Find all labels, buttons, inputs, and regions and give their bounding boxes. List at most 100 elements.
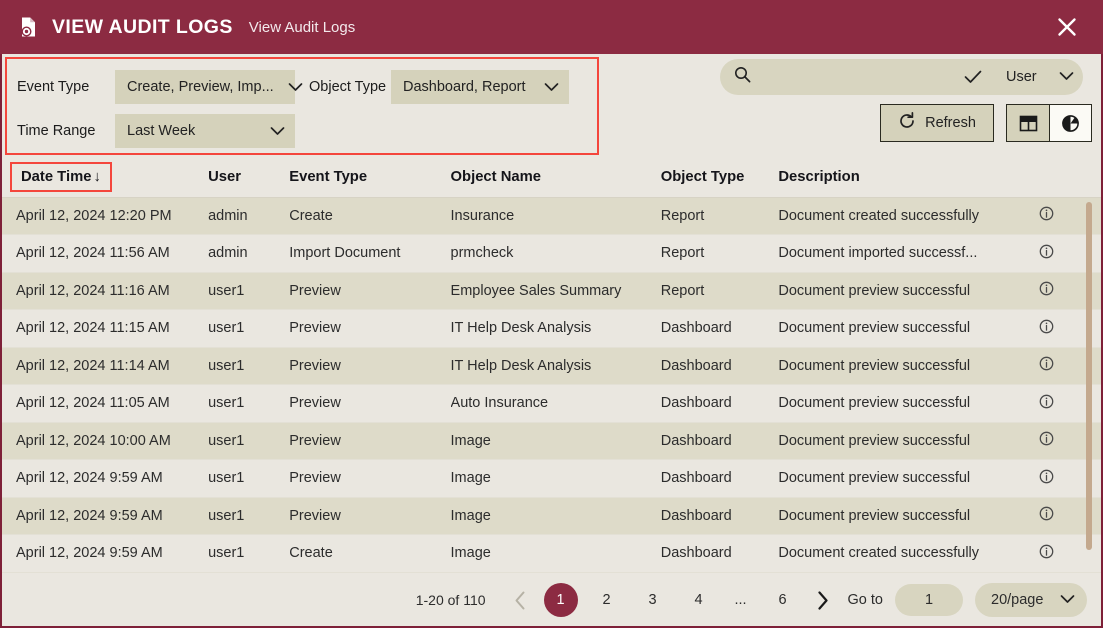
table-row[interactable]: April 12, 2024 11:16 AM user1 Preview Emplo… [2, 272, 1101, 310]
table-body: April 12, 2024 12:20 PM admin Create Insura… [2, 197, 1101, 573]
table-header: Date Time ↓ User Event Type Object Name … [2, 158, 1101, 198]
column-header-event-type[interactable]: Event Type [289, 158, 451, 198]
time-range-select[interactable]: Last Week [115, 114, 295, 148]
table-grid-icon[interactable] [1007, 105, 1049, 141]
close-icon[interactable] [1049, 9, 1085, 45]
table-row[interactable]: April 12, 2024 11:05 AM user1 Preview Auto … [2, 384, 1101, 423]
cell-description: Document preview successful [778, 459, 1039, 498]
pagination-page-6[interactable]: 6 [766, 583, 800, 617]
cell-description: Document preview successful [778, 384, 1039, 423]
info-circle-icon[interactable] [1039, 506, 1054, 521]
cell-description: Document imported successf... [778, 234, 1039, 273]
column-header-object-type[interactable]: Object Type [660, 158, 779, 198]
cell-date-time: April 12, 2024 11:16 AM [2, 272, 209, 310]
column-header-user[interactable]: User [208, 158, 290, 198]
table-row[interactable]: April 12, 2024 9:59 AM user1 Create Image Da… [2, 534, 1101, 573]
cell-object-name: Employee Sales Summary [450, 272, 661, 310]
cell-description: Document created successfully [778, 534, 1039, 573]
page-size-select[interactable]: 20/page [975, 583, 1087, 617]
info-circle-icon[interactable] [1039, 244, 1054, 259]
object-type-select[interactable]: Dashboard, Report [391, 70, 569, 104]
pagination-page-3[interactable]: 3 [636, 583, 670, 617]
search-scope-select[interactable]: User [992, 69, 1086, 85]
goto-label: Go to [847, 592, 883, 608]
chevron-left-icon[interactable] [504, 583, 538, 617]
info-circle-icon[interactable] [1039, 206, 1054, 221]
search-bar: User [720, 59, 1083, 95]
table-row[interactable]: April 12, 2024 9:59 AM user1 Preview Image D… [2, 497, 1101, 535]
cell-event-type: Preview [289, 497, 451, 535]
cell-object-type: Dashboard [660, 347, 779, 385]
cell-description: Document preview successful [778, 347, 1039, 385]
column-header-info [1038, 158, 1101, 198]
cell-object-type: Dashboard [660, 309, 779, 348]
cell-date-time: April 12, 2024 10:00 AM [2, 422, 209, 460]
cell-date-time: April 12, 2024 11:05 AM [2, 384, 209, 423]
cell-object-name: IT Help Desk Analysis [450, 309, 661, 348]
time-range-label: Time Range [17, 123, 96, 139]
pagination-page-4[interactable]: 4 [682, 583, 716, 617]
column-header-object-name[interactable]: Object Name [450, 158, 661, 198]
cell-date-time: April 12, 2024 11:56 AM [2, 234, 209, 273]
cell-object-type: Dashboard [660, 384, 779, 423]
info-circle-icon[interactable] [1039, 394, 1054, 409]
cell-user: admin [208, 234, 290, 273]
info-circle-icon[interactable] [1039, 281, 1054, 296]
cell-user: user1 [208, 309, 290, 348]
cell-description: Document preview successful [778, 422, 1039, 460]
table-row[interactable]: April 12, 2024 11:15 AM user1 Preview IT He… [2, 309, 1101, 348]
cell-user: user1 [208, 347, 290, 385]
refresh-label: Refresh [925, 115, 976, 131]
info-circle-icon[interactable] [1039, 431, 1054, 446]
table-row[interactable]: April 12, 2024 9:59 AM user1 Preview Image D… [2, 459, 1101, 498]
refresh-button[interactable]: Refresh [880, 104, 994, 142]
table-row[interactable]: April 12, 2024 12:20 PM admin Create Insura… [2, 197, 1101, 235]
pagination-page-2[interactable]: 2 [590, 583, 624, 617]
dialog-content: Event Type Create, Preview, Imp... Objec… [0, 54, 1103, 628]
chevron-down-icon [270, 126, 285, 136]
filter-panel: Event Type Create, Preview, Imp... Objec… [5, 57, 599, 155]
cell-user: user1 [208, 534, 290, 573]
view-audit-logs-dialog: VIEW AUDIT LOGS View Audit Logs Event Ty… [0, 0, 1103, 628]
sort-arrow-icon: ↓ [93, 169, 101, 186]
goto-page-input[interactable] [895, 584, 963, 616]
check-icon[interactable] [954, 70, 992, 84]
cell-user: admin [208, 197, 290, 235]
column-label: Date Time [21, 169, 92, 186]
cell-date-time: April 12, 2024 11:14 AM [2, 347, 209, 385]
dialog-title-bar: VIEW AUDIT LOGS View Audit Logs [0, 0, 1103, 54]
event-type-select[interactable]: Create, Preview, Imp... [115, 70, 303, 104]
cell-user: user1 [208, 497, 290, 535]
cell-user: user1 [208, 384, 290, 423]
info-circle-icon[interactable] [1039, 469, 1054, 484]
table-row[interactable]: April 12, 2024 11:14 AM user1 Preview IT He… [2, 347, 1101, 385]
info-circle-icon[interactable] [1039, 319, 1054, 334]
cell-object-type: Dashboard [660, 459, 779, 498]
toolbar-actions: Refresh [880, 104, 1092, 142]
pagination-ellipsis[interactable]: ... [726, 592, 756, 608]
document-eye-icon [16, 14, 42, 40]
info-circle-icon[interactable] [1039, 356, 1054, 371]
cell-object-name: IT Help Desk Analysis [450, 347, 661, 385]
column-header-date-time[interactable]: Date Time ↓ [2, 158, 209, 198]
pagination-page-1[interactable]: 1 [543, 583, 578, 617]
table-row[interactable]: April 12, 2024 10:00 AM user1 Preview Image… [2, 422, 1101, 460]
info-circle-icon[interactable] [1039, 544, 1054, 559]
event-type-value: Create, Preview, Imp... [127, 79, 274, 95]
date-time-sort-control[interactable]: Date Time ↓ [10, 162, 112, 193]
chevron-right-icon[interactable] [806, 583, 840, 617]
search-scope-value: User [1006, 69, 1037, 85]
chevron-down-icon [1059, 69, 1074, 85]
pie-chart-icon[interactable] [1049, 105, 1091, 141]
cell-event-type: Import Document [289, 234, 451, 273]
cell-description: Document created successfully [778, 197, 1039, 235]
column-header-description[interactable]: Description [778, 158, 1039, 198]
audit-log-table-container: Date Time ↓ User Event Type Object Name … [2, 158, 1101, 574]
pagination-pages: 1 2 3 4... 6 [538, 583, 806, 617]
table-vertical-scrollbar[interactable] [1086, 202, 1092, 550]
cell-object-name: Image [450, 459, 661, 498]
search-input[interactable] [751, 62, 954, 92]
cell-description: Document preview successful [778, 272, 1039, 310]
table-row[interactable]: April 12, 2024 11:56 AM admin Import Docum… [2, 234, 1101, 273]
cell-date-time: April 12, 2024 11:15 AM [2, 309, 209, 348]
